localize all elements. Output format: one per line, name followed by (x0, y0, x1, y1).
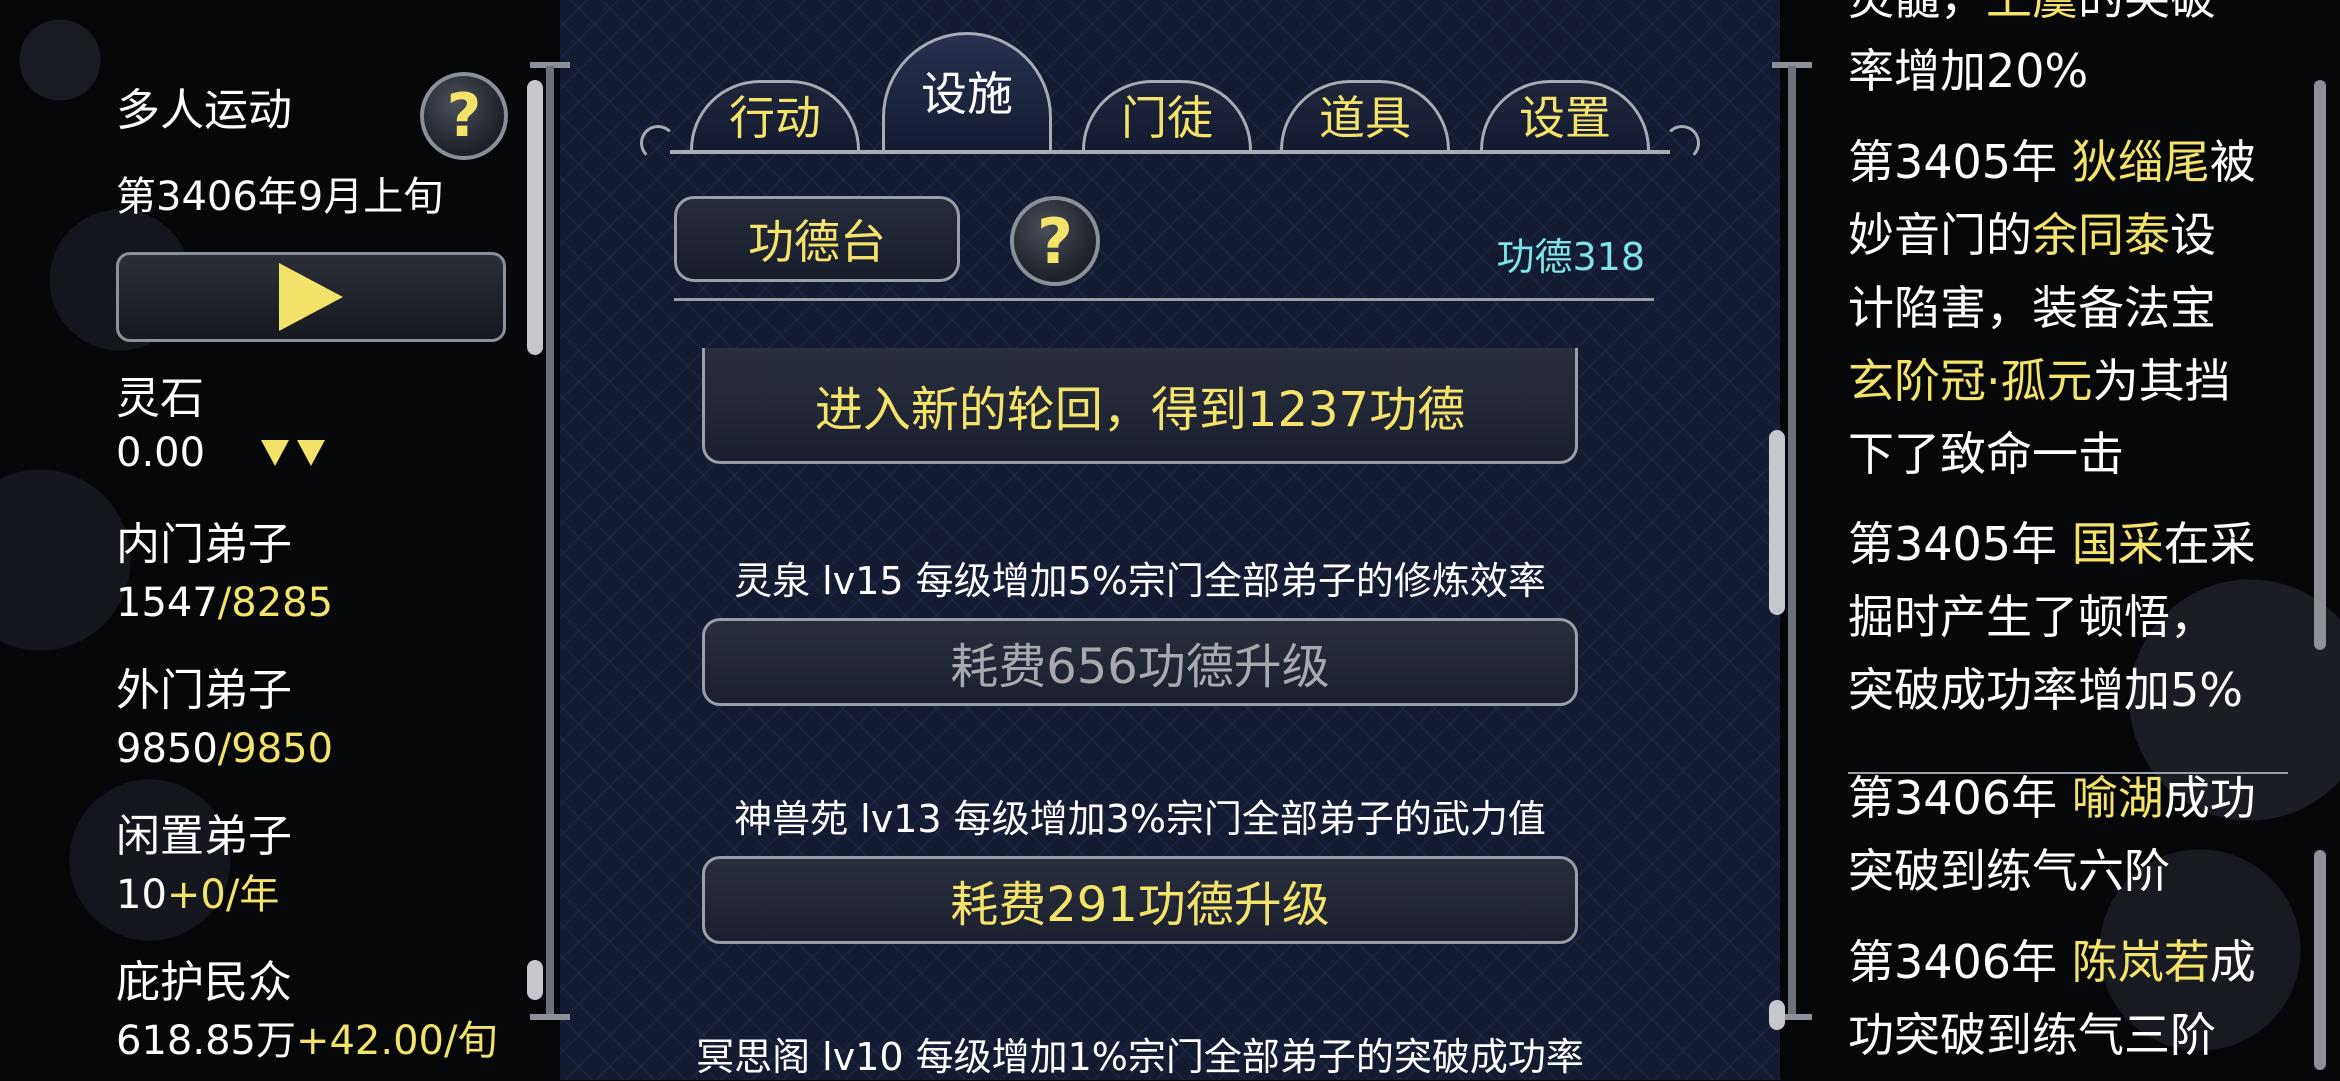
protected-people-count: 618.85万+42.00/旬 (116, 1016, 497, 1066)
log-entry: 第3406年 喻湖成功 突破到练气六阶 (1848, 771, 2256, 898)
advance-time-button[interactable] (116, 252, 506, 342)
left-scrollbar-track[interactable] (546, 66, 554, 1020)
down-arrow-icon (296, 440, 325, 466)
tab-bar-left-ornament (640, 125, 676, 161)
upgrade-beast-garden-button[interactable]: 耗费291功德升级 (702, 856, 1578, 944)
left-scrollbar-thumb[interactable] (527, 80, 543, 355)
log-entry: 第3406年 陈岚若成 功突破到练气三阶 (1848, 935, 2256, 1062)
spirit-stone-label: 灵石 (116, 373, 204, 424)
idle-disciples-current: 10 (116, 872, 167, 918)
log-entry: 第3405年 国采在采 掘时产生了顿悟， 突破成功率增加5% (1848, 517, 2256, 717)
outer-disciples-count: 9850/9850 (116, 724, 333, 774)
tab-bar-right-ornament (1664, 125, 1700, 161)
question-icon: ? (446, 81, 482, 151)
tab-items[interactable]: 道具 (1270, 80, 1460, 150)
inner-disciples-current: 1547 (116, 580, 218, 626)
sect-help-button[interactable]: ? (420, 72, 508, 160)
reincarnate-button[interactable]: 进入新的轮回，得到1237功德 (702, 348, 1578, 464)
main-tab-bar: 行动 设施 门徒 道具 设置 (640, 30, 1700, 170)
play-icon (279, 263, 343, 331)
left-scrollbar-thumb-lower[interactable] (527, 960, 543, 1000)
idle-disciples-label: 闲置弟子 (116, 811, 292, 862)
center-scrollbar-thumb[interactable] (1769, 430, 1785, 615)
outer-disciples-max: /9850 (217, 726, 334, 772)
tab-facilities[interactable]: 设施 (872, 32, 1062, 150)
inner-disciples-label: 内门弟子 (116, 519, 292, 570)
spirit-stone-row: 0.00 (116, 428, 325, 478)
tab-settings[interactable]: 设置 (1470, 80, 1660, 150)
idle-disciples-count: 10+0/年 (116, 870, 279, 920)
protected-people-label: 庇护民众 (116, 957, 292, 1008)
inner-disciples-max: /8285 (217, 580, 334, 626)
log-entry: 第3405年 狄缁尾被 妙音门的余同泰设 计陷害，装备法宝 玄阶冠·孤元为其挡 … (1848, 135, 2256, 481)
current-date: 第3406年9月上旬 (116, 174, 444, 220)
down-arrow-icon (260, 440, 289, 466)
header-divider (674, 298, 1654, 301)
tab-actions[interactable]: 行动 (680, 80, 870, 150)
center-scrollbar-track[interactable] (1788, 66, 1796, 1020)
outer-disciples-label: 外门弟子 (116, 665, 292, 716)
merit-count: 功德318 (1496, 235, 1645, 279)
merit-help-button[interactable]: ? (1010, 196, 1100, 286)
protected-people-rate: +42.00/旬 (295, 1018, 498, 1064)
idle-disciples-rate: +0/年 (166, 872, 280, 918)
log-scrollbar-thumb-lower[interactable] (2314, 850, 2326, 1070)
tab-bar-baseline (670, 150, 1670, 154)
facility-description: 灵泉 lv15 每级增加5%宗门全部弟子的修炼效率 (734, 559, 1546, 603)
log-entry: 灵髓，上虞的突破 率增加20% (1848, 0, 2216, 98)
tab-disciples[interactable]: 门徒 (1072, 80, 1262, 150)
left-scrollbar-bottom-cap (530, 1014, 570, 1020)
center-scrollbar-thumb-lower[interactable] (1769, 1000, 1785, 1030)
outer-disciples-current: 9850 (116, 726, 218, 772)
inner-disciples-count: 1547/8285 (116, 578, 333, 628)
facility-description: 冥思阁 lv10 每级增加1%宗门全部弟子的突破成功率 (696, 1035, 1584, 1079)
sect-name: 多人运动 (116, 85, 292, 136)
upgrade-spirit-spring-button[interactable]: 耗费656功德升级 (702, 618, 1578, 706)
facility-description: 神兽苑 lv13 每级增加3%宗门全部弟子的武力值 (734, 797, 1546, 841)
question-icon: ? (1037, 204, 1073, 278)
log-scrollbar-thumb[interactable] (2314, 80, 2326, 650)
merit-platform-button[interactable]: 功德台 (674, 196, 960, 282)
spirit-stone-value: 0.00 (116, 430, 206, 476)
protected-people-value: 618.85万 (116, 1018, 296, 1064)
